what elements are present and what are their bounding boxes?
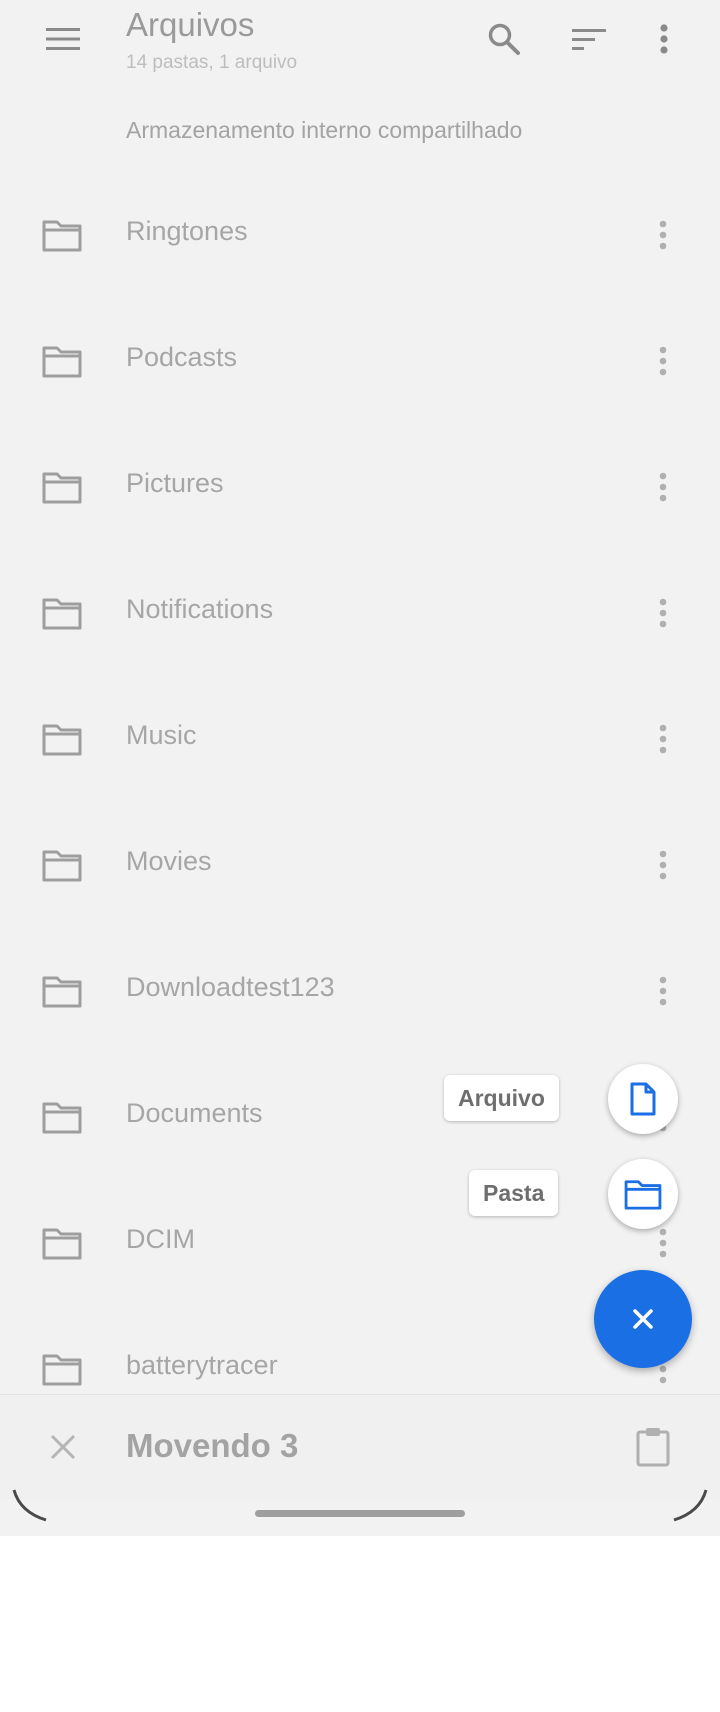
page-subtitle: 14 pastas, 1 arquivo — [126, 52, 298, 73]
new-folder-label[interactable]: Pasta — [469, 1170, 559, 1216]
page-title: Arquivos — [126, 6, 255, 43]
folder-name: Music — [126, 720, 197, 750]
screen-corner-right — [673, 1489, 708, 1522]
new-file-button[interactable] — [608, 1064, 678, 1134]
close-icon[interactable] — [39, 1423, 87, 1471]
list-item[interactable]: Ringtones — [0, 172, 720, 298]
list-item[interactable]: Pictures — [0, 424, 720, 550]
list-item[interactable]: Music — [0, 676, 720, 802]
new-folder-button[interactable] — [608, 1159, 678, 1229]
breadcrumb[interactable]: Armazenamento interno compartilhado — [126, 117, 522, 144]
more-vert-icon[interactable] — [648, 716, 678, 762]
folder-icon — [42, 724, 82, 756]
list-item[interactable]: Downloadtest123 — [0, 928, 720, 1054]
file-icon — [630, 1082, 656, 1116]
sort-icon[interactable] — [565, 15, 613, 63]
moving-status: Movendo 3 — [126, 1427, 299, 1464]
folder-icon — [42, 472, 82, 504]
more-vert-icon[interactable] — [648, 212, 678, 258]
list-item[interactable]: Podcasts — [0, 298, 720, 424]
app-bar: Arquivos 14 pastas, 1 arquivo — [0, 0, 720, 90]
more-vert-icon[interactable] — [648, 968, 678, 1014]
screen-corner-left — [12, 1489, 47, 1522]
folder-icon — [42, 346, 82, 378]
more-vert-icon[interactable] — [648, 590, 678, 636]
folder-name: batterytracer — [126, 1350, 278, 1380]
folder-icon — [42, 1102, 82, 1134]
folder-icon — [624, 1180, 662, 1210]
folder-name: DCIM — [126, 1224, 195, 1254]
more-vert-icon[interactable] — [648, 338, 678, 384]
folder-name: Documents — [126, 1098, 263, 1128]
folder-icon — [42, 598, 82, 630]
folder-name: Notifications — [126, 594, 274, 624]
gesture-bar[interactable] — [255, 1510, 465, 1517]
folder-name: Pictures — [126, 468, 224, 498]
folder-name: Downloadtest123 — [126, 972, 335, 1002]
folder-icon — [42, 1228, 82, 1260]
close-fab-button[interactable] — [594, 1270, 692, 1368]
search-icon[interactable] — [480, 15, 528, 63]
folder-icon — [42, 1354, 82, 1386]
screen: Arquivos 14 pastas, 1 arquivo Armazename… — [0, 0, 720, 1536]
folder-name: Movies — [126, 846, 212, 876]
folder-icon — [42, 976, 82, 1008]
more-vert-icon[interactable] — [640, 15, 688, 63]
close-icon — [633, 1309, 653, 1329]
folder-icon — [42, 850, 82, 882]
new-file-label[interactable]: Arquivo — [444, 1075, 559, 1121]
list-item[interactable]: Movies — [0, 802, 720, 928]
folder-name: Ringtones — [126, 216, 248, 246]
more-vert-icon[interactable] — [648, 842, 678, 888]
folder-icon — [42, 220, 82, 252]
list-item[interactable]: Notifications — [0, 550, 720, 676]
more-vert-icon[interactable] — [648, 464, 678, 510]
move-bar: Movendo 3 — [0, 1394, 720, 1499]
menu-icon[interactable] — [39, 15, 87, 63]
clipboard-paste-icon[interactable] — [629, 1423, 677, 1471]
folder-name: Podcasts — [126, 342, 238, 372]
